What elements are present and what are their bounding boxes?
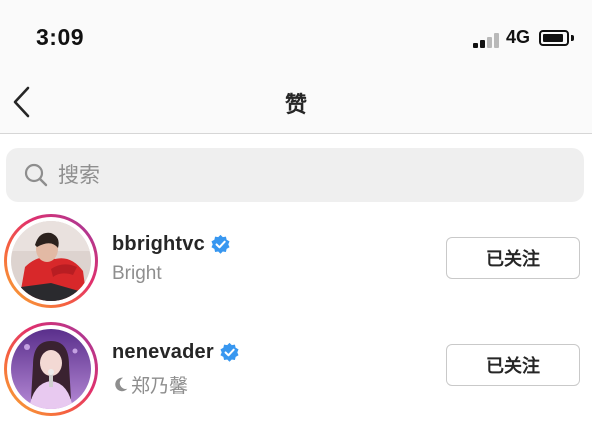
story-ring[interactable] [4,322,98,416]
full-name: 郑乃馨 [131,376,189,397]
search-bar[interactable] [6,148,584,202]
battery-icon [539,30,569,46]
user-row[interactable]: nenevader 郑乃馨 已关注 [0,318,592,424]
search-input[interactable] [58,157,558,193]
likes-screen: 3:09 4G 赞 搜索 bbrightvc Bright 已关注 neneva… [0,0,592,430]
page-title: 赞 [284,92,307,117]
story-ring[interactable] [4,214,98,308]
following-button[interactable]: 已关注 [446,237,580,279]
avatar [11,221,91,301]
cellular-signal-icon [473,33,501,48]
avatar [11,329,91,409]
moon-icon [115,377,128,392]
username[interactable]: bbrightvc [112,233,205,256]
user-row[interactable]: bbrightvc Bright 已关注 [0,210,592,316]
full-name: Bright [112,263,162,284]
nav-header: 赞 [0,78,592,134]
verified-badge-icon [211,234,230,254]
network-type: 4G [506,27,531,47]
following-button[interactable]: 已关注 [446,344,580,386]
search-icon [24,163,48,187]
status-time: 3:09 [36,24,85,50]
username[interactable]: nenevader [112,341,214,364]
verified-badge-icon [220,342,239,362]
status-bar: 3:09 4G [0,0,592,78]
